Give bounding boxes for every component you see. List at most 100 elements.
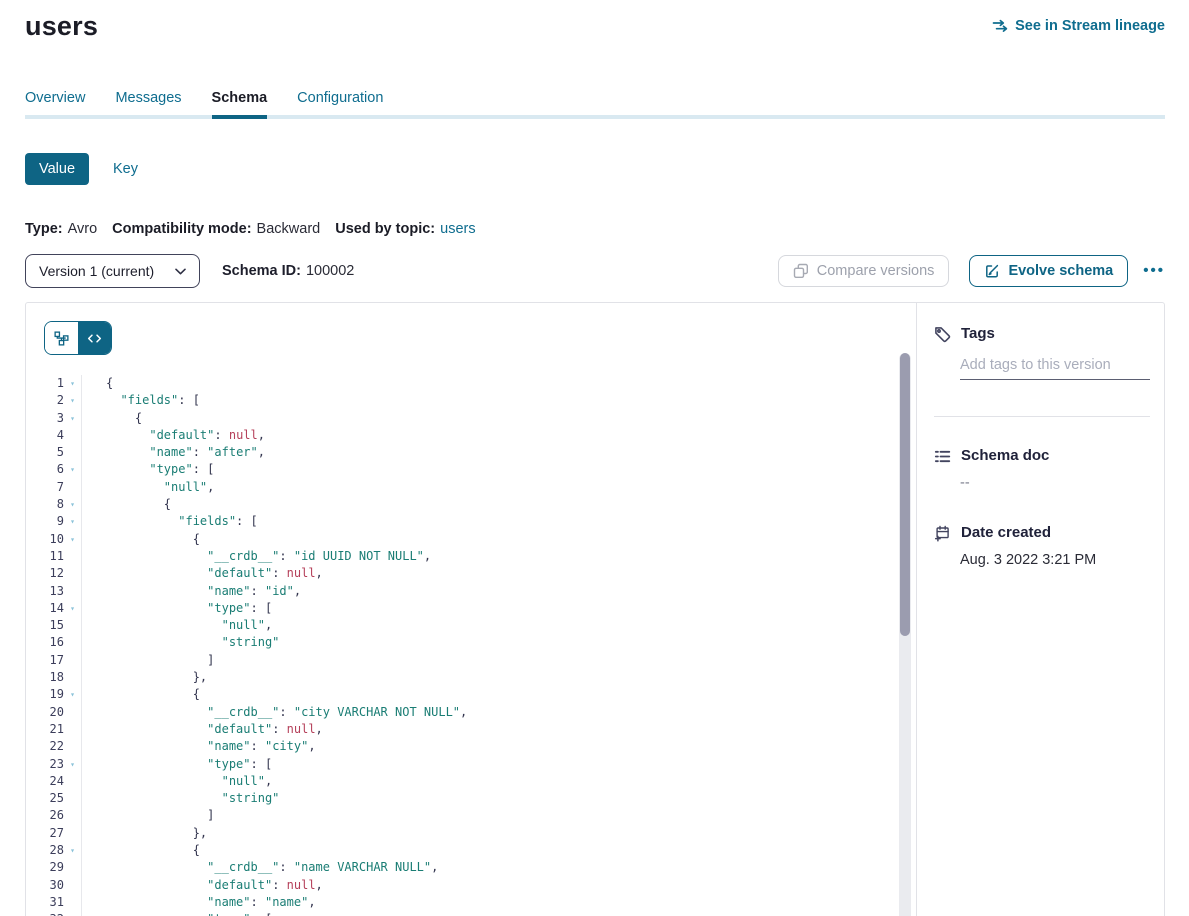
- code-text: "__crdb__": "city VARCHAR NOT NULL",: [82, 704, 467, 721]
- code-line: 28▾ {: [26, 842, 916, 859]
- line-gutter: 25: [26, 790, 82, 807]
- code-line: 10▾ {: [26, 531, 916, 548]
- tab-overview[interactable]: Overview: [25, 90, 85, 119]
- line-number: 24: [26, 773, 64, 790]
- code-text: "type": [: [82, 600, 272, 617]
- code-line: 2▾ "fields": [: [26, 392, 916, 409]
- code-line: 22 "name": "city",: [26, 738, 916, 755]
- fold-arrow-icon[interactable]: ▾: [64, 531, 81, 548]
- value-toggle-button[interactable]: Value: [25, 153, 89, 185]
- line-gutter: 3▾: [26, 410, 82, 427]
- fold-spacer: [64, 634, 81, 651]
- code-view-icon: [87, 331, 102, 346]
- code-line: 8▾ {: [26, 496, 916, 513]
- code-text: {: [82, 686, 200, 703]
- topic-link[interactable]: users: [440, 221, 475, 237]
- line-gutter: 17: [26, 652, 82, 669]
- code-line: 14▾ "type": [: [26, 600, 916, 617]
- tags-input[interactable]: [960, 357, 1150, 373]
- tree-view-button[interactable]: [45, 322, 78, 354]
- line-number: 4: [26, 427, 64, 444]
- line-number: 30: [26, 877, 64, 894]
- page-title: users: [25, 10, 98, 42]
- list-icon: [934, 448, 951, 465]
- code-view-button[interactable]: [78, 322, 111, 354]
- tab-bar: Overview Messages Schema Configuration: [0, 90, 1189, 119]
- fold-spacer: [64, 738, 81, 755]
- fold-spacer: [64, 427, 81, 444]
- fold-arrow-icon[interactable]: ▾: [64, 410, 81, 427]
- code-text: "name": "after",: [82, 444, 265, 461]
- version-select-value: Version 1 (current): [39, 263, 154, 279]
- fold-arrow-icon[interactable]: ▾: [64, 686, 81, 703]
- line-gutter: 18: [26, 669, 82, 686]
- line-number: 29: [26, 859, 64, 876]
- code-line: 4 "default": null,: [26, 427, 916, 444]
- tab-configuration[interactable]: Configuration: [297, 90, 383, 119]
- code-line: 15 "null",: [26, 617, 916, 634]
- line-number: 18: [26, 669, 64, 686]
- fold-spacer: [64, 825, 81, 842]
- fold-arrow-icon[interactable]: ▾: [64, 392, 81, 409]
- line-number: 23: [26, 756, 64, 773]
- code-line: 26 ]: [26, 807, 916, 824]
- code-line: 30 "default": null,: [26, 877, 916, 894]
- fold-arrow-icon[interactable]: ▾: [64, 496, 81, 513]
- fold-spacer: [64, 704, 81, 721]
- line-gutter: 11: [26, 548, 82, 565]
- tag-icon: [934, 326, 951, 343]
- fold-arrow-icon[interactable]: ▾: [64, 756, 81, 773]
- line-gutter: 19▾: [26, 686, 82, 703]
- line-gutter: 21: [26, 721, 82, 738]
- line-number: 10: [26, 531, 64, 548]
- fold-arrow-icon[interactable]: ▾: [64, 600, 81, 617]
- fold-spacer: [64, 790, 81, 807]
- line-gutter: 6▾: [26, 461, 82, 478]
- meta-used-by-topic: Used by topic:users: [335, 221, 475, 237]
- fold-arrow-icon[interactable]: ▾: [64, 375, 81, 392]
- code-line: 12 "default": null,: [26, 565, 916, 582]
- fold-arrow-icon[interactable]: ▾: [64, 911, 81, 916]
- code-line: 20 "__crdb__": "city VARCHAR NOT NULL",: [26, 704, 916, 721]
- code-text: "__crdb__": "id UUID NOT NULL",: [82, 548, 431, 565]
- fold-arrow-icon[interactable]: ▾: [64, 842, 81, 859]
- fold-spacer: [64, 583, 81, 600]
- stream-lineage-icon: [992, 18, 1008, 34]
- tags-section: Tags: [934, 325, 1150, 417]
- fold-arrow-icon[interactable]: ▾: [64, 513, 81, 530]
- code-text: "type": [: [82, 911, 272, 916]
- line-number: 32: [26, 911, 64, 916]
- scrollbar-thumb[interactable]: [900, 353, 910, 636]
- date-created-header: Date created: [934, 524, 1150, 542]
- fold-arrow-icon[interactable]: ▾: [64, 461, 81, 478]
- code-text: "string": [82, 790, 279, 807]
- tab-schema[interactable]: Schema: [212, 90, 268, 119]
- line-gutter: 10▾: [26, 531, 82, 548]
- line-number: 9: [26, 513, 64, 530]
- key-toggle-link[interactable]: Key: [113, 161, 138, 177]
- stream-lineage-link[interactable]: See in Stream lineage: [992, 18, 1165, 34]
- code-line: 13 "name": "id",: [26, 583, 916, 600]
- schema-panel: 1▾{2▾ "fields": [3▾ {4 "default": null,5…: [25, 302, 1165, 916]
- fold-spacer: [64, 773, 81, 790]
- version-details-sidebar: Tags Schema doc --: [916, 303, 1164, 916]
- code-text: "default": null,: [82, 721, 323, 738]
- tab-messages[interactable]: Messages: [115, 90, 181, 119]
- compare-versions-button[interactable]: Compare versions: [778, 255, 950, 287]
- editor-scrollbar[interactable]: [899, 353, 911, 916]
- fold-spacer: [64, 479, 81, 496]
- code-line: 17 ]: [26, 652, 916, 669]
- code-text: "null",: [82, 479, 214, 496]
- schema-doc-header: Schema doc: [934, 447, 1150, 465]
- code-line: 9▾ "fields": [: [26, 513, 916, 530]
- stream-lineage-label: See in Stream lineage: [1015, 18, 1165, 34]
- version-select[interactable]: Version 1 (current): [25, 254, 200, 288]
- code-line: 11 "__crdb__": "id UUID NOT NULL",: [26, 548, 916, 565]
- code-text: {: [82, 531, 200, 548]
- code-line: 23▾ "type": [: [26, 756, 916, 773]
- code-text: {: [82, 410, 142, 427]
- more-actions-button[interactable]: •••: [1143, 255, 1165, 287]
- line-gutter: 1▾: [26, 375, 82, 392]
- evolve-schema-button[interactable]: Evolve schema: [969, 255, 1128, 287]
- tags-header: Tags: [934, 325, 1150, 343]
